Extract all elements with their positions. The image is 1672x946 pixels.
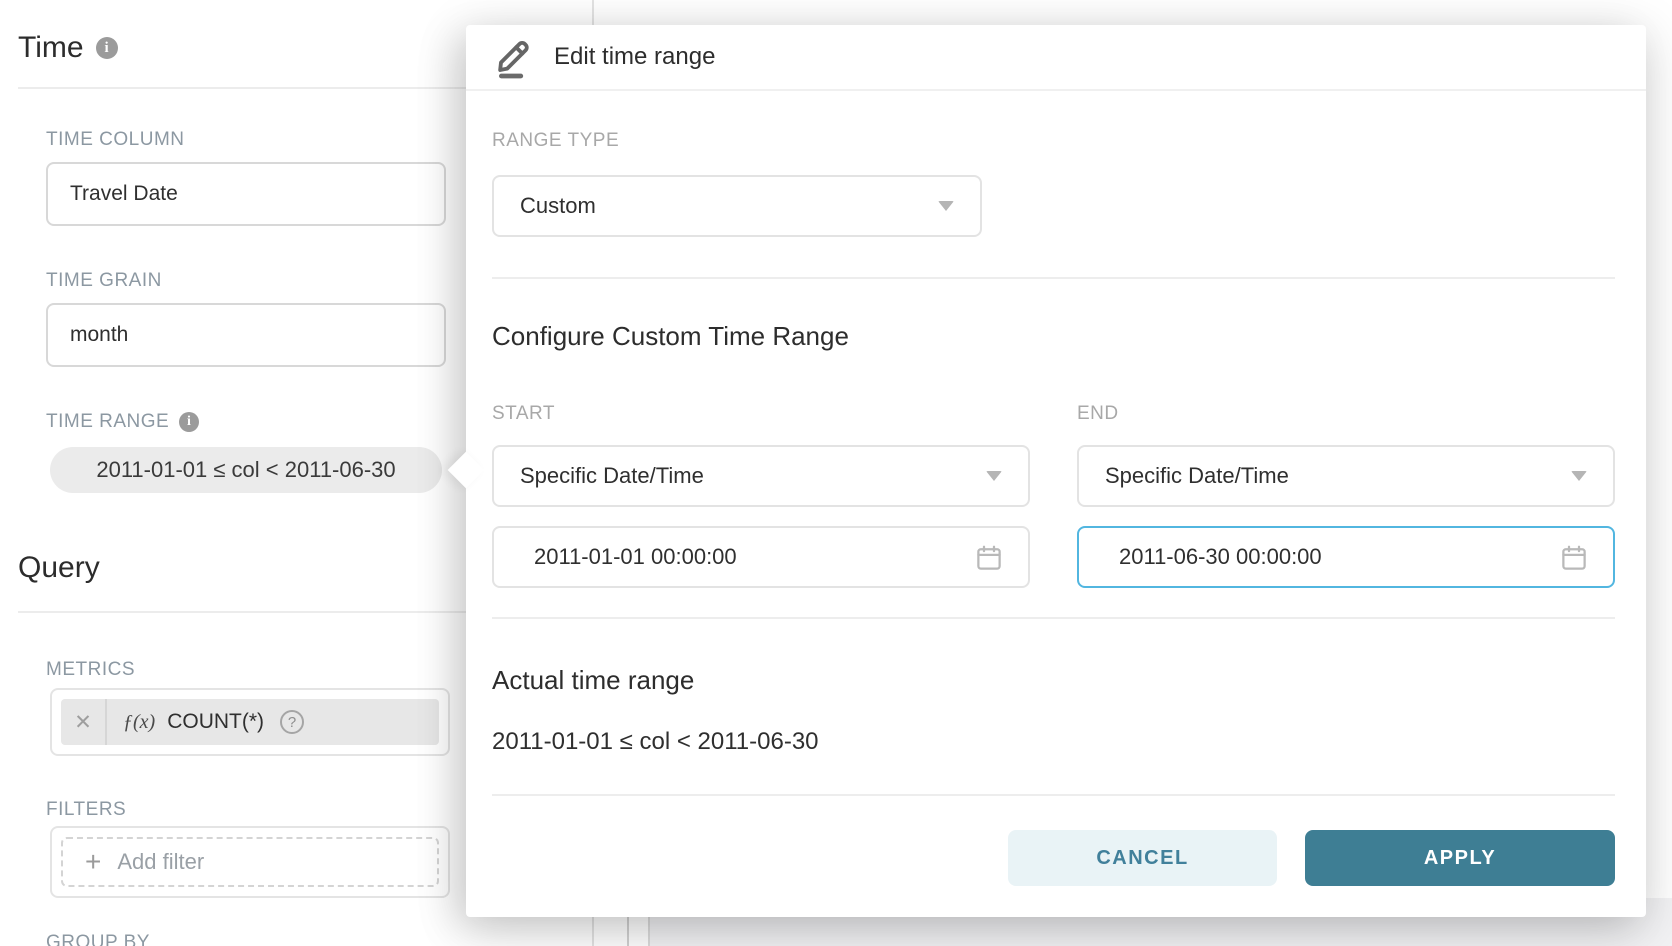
cancel-button[interactable]: CANCEL <box>1008 830 1277 886</box>
end-label: END <box>1077 403 1119 425</box>
remove-metric-icon[interactable]: ✕ <box>61 699 107 745</box>
group-by-label: GROUP BY <box>46 932 150 946</box>
range-type-select[interactable]: Custom <box>492 175 982 237</box>
query-section-title-text: Query <box>18 551 100 585</box>
start-label: START <box>492 403 555 425</box>
start-datetime-field <box>492 526 1030 588</box>
info-icon[interactable]: i <box>96 37 118 59</box>
apply-button[interactable]: APPLY <box>1305 830 1615 886</box>
actual-time-range-value: 2011-01-01 ≤ col < 2011-06-30 <box>492 728 819 756</box>
time-grain-label: TIME GRAIN <box>46 270 162 292</box>
section-divider <box>18 611 466 613</box>
configure-heading: Configure Custom Time Range <box>492 321 849 352</box>
metric-chip[interactable]: ✕ ƒ(x) COUNT(*) ? <box>61 699 439 745</box>
time-range-label: TIME RANGE i <box>46 411 199 433</box>
section-divider <box>18 87 466 89</box>
chevron-down-icon <box>1571 471 1587 481</box>
chevron-down-icon <box>938 201 954 211</box>
chevron-down-icon <box>986 471 1002 481</box>
explore-page: Time i TIME COLUMN Travel Date TIME GRAI… <box>0 0 1672 946</box>
edit-time-range-popover: Edit time range RANGE TYPE Custom Config… <box>466 25 1646 917</box>
time-section-title-text: Time <box>18 31 84 65</box>
time-grain-label-text: TIME GRAIN <box>46 270 162 292</box>
calendar-icon[interactable] <box>974 543 1004 578</box>
metrics-label-text: METRICS <box>46 659 135 681</box>
edit-pencil-icon <box>494 35 534 79</box>
popover-header: Edit time range <box>466 25 1646 91</box>
group-by-label-text: GROUP BY <box>46 932 150 946</box>
end-datetime-field <box>1077 526 1615 588</box>
add-filter-button[interactable]: + Add filter <box>61 837 439 887</box>
time-column-value: Travel Date <box>70 182 178 206</box>
metric-name: COUNT(*) <box>167 710 264 734</box>
time-range-pill[interactable]: 2011-01-01 ≤ col < 2011-06-30 <box>50 447 442 493</box>
end-type-value: Specific Date/Time <box>1105 463 1289 489</box>
time-range-label-text: TIME RANGE <box>46 411 169 433</box>
query-section-title: Query <box>18 551 100 585</box>
filters-container: + Add filter <box>50 826 450 898</box>
start-type-select[interactable]: Specific Date/Time <box>492 445 1030 507</box>
plus-icon: + <box>85 848 101 876</box>
popover-arrow <box>448 452 485 489</box>
popover-title: Edit time range <box>554 43 715 71</box>
time-grain-value: month <box>70 323 128 347</box>
metric-help-icon[interactable]: ? <box>280 710 304 734</box>
calendar-icon[interactable] <box>1559 543 1589 578</box>
start-datetime-input[interactable] <box>494 544 934 570</box>
range-type-label: RANGE TYPE <box>492 130 619 152</box>
time-section-title: Time i <box>18 31 118 65</box>
time-column-select[interactable]: Travel Date <box>46 162 446 226</box>
metrics-container[interactable]: ✕ ƒ(x) COUNT(*) ? <box>50 688 450 756</box>
divider <box>492 277 1615 279</box>
range-type-value: Custom <box>520 193 596 219</box>
time-column-label: TIME COLUMN <box>46 129 185 151</box>
time-grain-select[interactable]: month <box>46 303 446 367</box>
actual-time-range-heading: Actual time range <box>492 665 694 696</box>
filters-label-text: FILTERS <box>46 799 126 821</box>
add-filter-label: Add filter <box>117 849 204 875</box>
end-datetime-input[interactable] <box>1079 544 1519 570</box>
divider <box>492 617 1615 619</box>
fx-icon: ƒ(x) <box>123 711 155 734</box>
filters-label: FILTERS <box>46 799 126 821</box>
time-column-label-text: TIME COLUMN <box>46 129 185 151</box>
start-type-value: Specific Date/Time <box>520 463 704 489</box>
time-range-pill-text: 2011-01-01 ≤ col < 2011-06-30 <box>96 457 395 483</box>
metrics-label: METRICS <box>46 659 135 681</box>
info-icon[interactable]: i <box>179 412 199 432</box>
divider <box>492 794 1615 796</box>
end-type-select[interactable]: Specific Date/Time <box>1077 445 1615 507</box>
